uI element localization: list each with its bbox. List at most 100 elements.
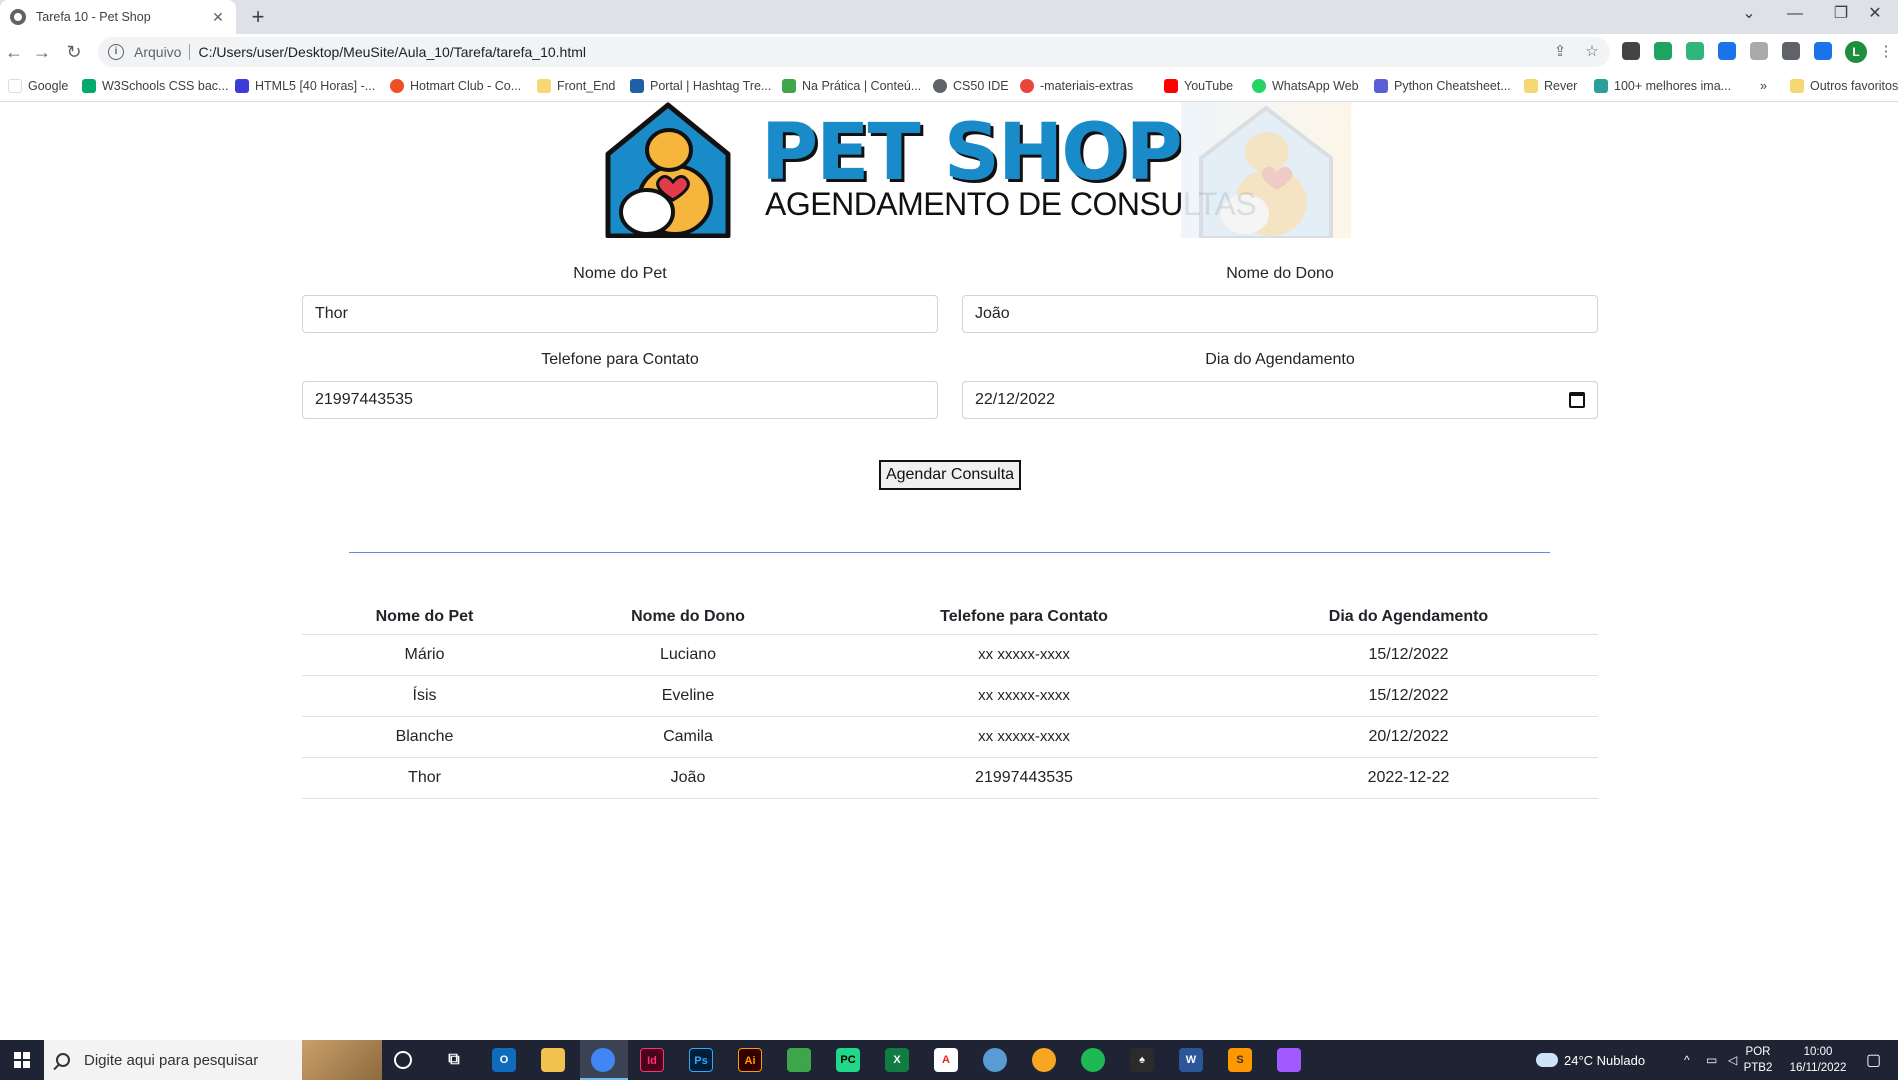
- tray-chevron-icon[interactable]: ^: [1684, 1040, 1690, 1080]
- network-icon[interactable]: ▭: [1706, 1040, 1717, 1080]
- table-row: Blanche Camila xx xxxxx-xxxx 20/12/2022: [302, 716, 1598, 758]
- chart-app-icon[interactable]: [787, 1048, 811, 1072]
- cell-phone: 21997443535: [829, 757, 1219, 799]
- reload-icon[interactable]: ↻: [62, 40, 86, 64]
- start-button[interactable]: [0, 1040, 44, 1080]
- cell-pet: Blanche: [302, 716, 547, 758]
- keyboard-layout: PTB2: [1743, 1062, 1773, 1074]
- system-clock[interactable]: 10:00 16/11/2022: [1778, 1044, 1858, 1076]
- bookmark-item[interactable]: HTML5 [40 Horas] -...: [235, 70, 375, 102]
- new-tab-button[interactable]: +: [246, 5, 270, 29]
- extension-globe-icon[interactable]: [1718, 42, 1736, 60]
- task-view-icon[interactable]: ⧉: [442, 1048, 466, 1072]
- extension-tool-icon[interactable]: [1750, 42, 1768, 60]
- clock-time: 10:00: [1803, 1046, 1833, 1058]
- spotify-icon[interactable]: [1081, 1048, 1105, 1072]
- extension-shield-icon[interactable]: [1654, 42, 1672, 60]
- header-banner: PET SHOP AGENDAMENTO DE CONSULTAS: [603, 102, 1351, 240]
- bookmark-item[interactable]: Python Cheatsheet...: [1374, 70, 1511, 102]
- excel-icon[interactable]: X: [885, 1048, 909, 1072]
- outlook-icon[interactable]: O: [492, 1048, 516, 1072]
- word-icon[interactable]: W: [1179, 1048, 1203, 1072]
- browser-tab[interactable]: Tarefa 10 - Pet Shop ✕: [0, 0, 236, 34]
- menu-kebab-icon[interactable]: ⋮: [1876, 42, 1896, 62]
- brave-icon[interactable]: [1032, 1048, 1056, 1072]
- solitaire-icon[interactable]: ♠: [1130, 1048, 1154, 1072]
- bookmark-item[interactable]: Front_End: [537, 70, 615, 102]
- bookmarks-bar: Google W3Schools CSS bac... HTML5 [40 Ho…: [0, 70, 1898, 102]
- bookmark-item[interactable]: CS50 IDE: [933, 70, 1009, 102]
- bookmark-item[interactable]: Hotmart Club - Co...: [390, 70, 521, 102]
- bookmark-item[interactable]: Portal | Hashtag Tre...: [630, 70, 771, 102]
- pycharm-icon[interactable]: PC: [836, 1048, 860, 1072]
- hotmart-icon: [390, 79, 404, 93]
- extension-guard-icon[interactable]: [1686, 42, 1704, 60]
- file-explorer-icon[interactable]: [541, 1048, 565, 1072]
- indesign-icon[interactable]: Id: [640, 1048, 664, 1072]
- date-input[interactable]: 22/12/2022: [962, 381, 1598, 419]
- bookmark-label: Python Cheatsheet...: [1394, 79, 1511, 93]
- bookmark-label: Portal | Hashtag Tre...: [650, 79, 772, 93]
- url-text[interactable]: C:/Users/user/Desktop/MeuSite/Aula_10/Ta…: [198, 44, 586, 60]
- other-bookmarks-folder[interactable]: Outros favoritos: [1790, 70, 1898, 102]
- cell-owner: Camila: [547, 716, 829, 758]
- profile-avatar[interactable]: L: [1845, 41, 1867, 63]
- share-icon[interactable]: ⇪: [1550, 42, 1570, 62]
- calendar-icon[interactable]: [1569, 392, 1585, 408]
- acrobat-icon[interactable]: A: [934, 1048, 958, 1072]
- tab-search-icon[interactable]: ⌄: [1726, 0, 1772, 30]
- search-icon: [56, 1053, 70, 1067]
- forward-arrow-icon[interactable]: →: [30, 40, 54, 64]
- bookmark-item[interactable]: Rever: [1524, 70, 1577, 102]
- col-header-date: Dia do Agendamento: [1219, 600, 1598, 635]
- schedule-button[interactable]: Agendar Consulta: [879, 460, 1021, 490]
- bookmark-item[interactable]: WhatsApp Web: [1252, 70, 1359, 102]
- owner-name-input[interactable]: João: [962, 295, 1598, 333]
- google-icon: [8, 79, 22, 93]
- cortana-icon[interactable]: [394, 1051, 412, 1069]
- bookmark-label: HTML5 [40 Horas] -...: [255, 79, 376, 93]
- bookmark-item[interactable]: Na Prática | Conteú...: [782, 70, 921, 102]
- photoshop-icon[interactable]: Ps: [689, 1048, 713, 1072]
- site-info-icon[interactable]: i: [108, 44, 124, 60]
- minimize-button[interactable]: —: [1772, 0, 1818, 30]
- chrome-icon[interactable]: [591, 1048, 615, 1072]
- bookmark-star-icon[interactable]: ☆: [1582, 42, 1602, 62]
- taskbar-search-box[interactable]: Digite aqui para pesquisar: [44, 1040, 382, 1080]
- bookmarks-overflow-icon[interactable]: »: [1760, 70, 1767, 102]
- tab-close-icon[interactable]: ✕: [208, 7, 228, 27]
- extension-icon[interactable]: [1622, 42, 1640, 60]
- banner-watermark-image: [1181, 102, 1351, 240]
- address-bar[interactable]: i Arquivo C:/Users/user/Desktop/MeuSite/…: [98, 37, 1610, 67]
- pet-name-input[interactable]: Thor: [302, 295, 938, 333]
- figma-icon[interactable]: [1277, 1048, 1301, 1072]
- sublime-text-icon[interactable]: S: [1228, 1048, 1252, 1072]
- cell-pet: Mário: [302, 634, 547, 676]
- materiais-icon: [1020, 79, 1034, 93]
- back-arrow-icon[interactable]: ←: [2, 40, 26, 64]
- illustrator-icon[interactable]: Ai: [738, 1048, 762, 1072]
- extensions-puzzle-icon[interactable]: [1782, 42, 1800, 60]
- date-label: Dia do Agendamento: [1205, 351, 1355, 368]
- cell-owner: Eveline: [547, 675, 829, 717]
- appointments-table: Nome do Pet Nome do Dono Telefone para C…: [302, 600, 1598, 799]
- cell-phone: xx xxxxx-xxxx: [829, 634, 1219, 676]
- bookmark-item[interactable]: YouTube: [1164, 70, 1233, 102]
- cell-date: 20/12/2022: [1219, 716, 1598, 758]
- folder-icon: [1790, 79, 1804, 93]
- notification-center-icon[interactable]: ▢: [1866, 1040, 1881, 1080]
- app-icon[interactable]: [983, 1048, 1007, 1072]
- weather-widget[interactable]: 24°C Nublado: [1536, 1040, 1645, 1080]
- bookmark-item[interactable]: W3Schools CSS bac...: [82, 70, 228, 102]
- phone-input[interactable]: 21997443535: [302, 381, 938, 419]
- volume-icon[interactable]: ◁: [1728, 1040, 1737, 1080]
- cell-date: 2022-12-22: [1219, 757, 1598, 799]
- input-language-indicator[interactable]: POR PTB2: [1738, 1044, 1778, 1076]
- side-panel-icon[interactable]: [1814, 42, 1832, 60]
- hashtag-icon: [630, 79, 644, 93]
- bookmark-item[interactable]: Google: [8, 70, 68, 102]
- bookmark-item[interactable]: -materiais-extras: [1020, 70, 1133, 102]
- bookmark-item[interactable]: 100+ melhores ima...: [1594, 70, 1731, 102]
- col-header-pet: Nome do Pet: [302, 600, 547, 635]
- close-window-button[interactable]: ✕: [1852, 0, 1898, 30]
